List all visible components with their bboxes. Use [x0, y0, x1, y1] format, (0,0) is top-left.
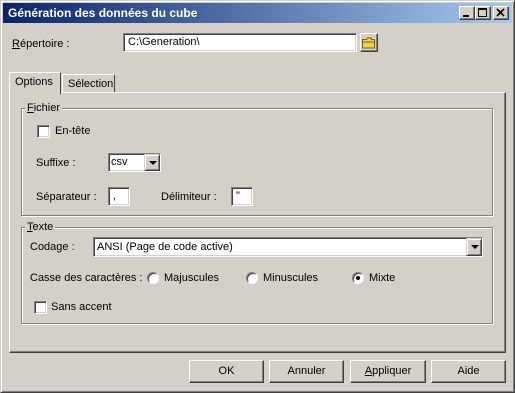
tab-options[interactable]: Options [9, 72, 61, 94]
chevron-down-icon [471, 245, 479, 249]
cancel-button-label: Annuler [287, 365, 326, 377]
delimiter-label: Délimiteur : [161, 191, 217, 203]
window-title: Génération des données du cube [8, 6, 198, 20]
separator-input[interactable]: , [108, 187, 130, 206]
title-bar[interactable]: Génération des données du cube [3, 3, 512, 23]
folder-icon [362, 37, 375, 49]
separator-value: , [113, 190, 117, 202]
close-icon [496, 8, 505, 17]
fichier-title-text: ichier [33, 102, 61, 114]
header-checkbox[interactable] [37, 125, 50, 138]
directory-label-mnemonic: R [12, 38, 20, 50]
suffix-select[interactable]: csv [108, 153, 161, 172]
tab-selection[interactable]: Sélection [62, 74, 115, 92]
encoding-value: ANSI (Page de code active) [97, 241, 233, 253]
ok-button[interactable]: OK [189, 360, 264, 383]
tab-selection-label: Sélection [68, 78, 114, 90]
radio-lowercase-label: Minuscules [263, 272, 319, 284]
no-accent-label: Sans accent [51, 301, 112, 313]
apply-button[interactable]: Appliquer [350, 360, 426, 383]
header-checkbox-label: En-tête [55, 125, 91, 137]
tab-options-label: Options [15, 76, 53, 88]
help-button-label: Aide [457, 365, 480, 377]
suffix-value: csv [111, 156, 128, 168]
cancel-button[interactable]: Annuler [269, 360, 344, 383]
radio-selected-dot [356, 276, 360, 280]
directory-input[interactable]: C:\Generation\ [123, 33, 357, 52]
texte-group-title: Texte [25, 221, 56, 233]
close-button[interactable] [493, 6, 509, 20]
delimiter-input[interactable]: " [231, 187, 253, 206]
radio-lowercase[interactable] [246, 272, 258, 284]
apply-label-text: ppliquer [372, 365, 412, 377]
browse-directory-button[interactable] [360, 33, 378, 52]
minimize-icon [463, 15, 469, 17]
delimiter-value: " [236, 190, 240, 202]
encoding-select[interactable]: ANSI (Page de code active) [93, 237, 483, 257]
case-label: Casse des caractères : [30, 272, 143, 284]
maximize-icon [478, 8, 487, 17]
chevron-down-icon [149, 161, 157, 165]
fichier-title-mnemonic: F [27, 102, 34, 114]
ok-button-label: OK [218, 365, 235, 377]
no-accent-checkbox[interactable] [34, 301, 47, 314]
encoding-label: Codage : [30, 241, 75, 253]
radio-uppercase-label: Majuscules [164, 272, 220, 284]
radio-uppercase[interactable] [147, 272, 159, 284]
tab-panel-options: Fichier En-tête Suffixe : csv Séparateur… [9, 92, 506, 353]
suffix-dropdown-button[interactable] [144, 154, 160, 171]
directory-value: C:\Generation\ [128, 36, 200, 48]
texte-title-text: exte [32, 221, 54, 233]
radio-mixed-label: Mixte [369, 272, 396, 284]
apply-button-label: Appliquer [365, 365, 411, 377]
radio-mixed[interactable] [352, 272, 364, 284]
suffix-label: Suffixe : [36, 157, 76, 169]
minimize-button[interactable] [459, 6, 475, 20]
directory-label: Répertoire : [12, 38, 69, 50]
separator-label: Séparateur : [36, 191, 97, 203]
encoding-dropdown-button[interactable] [466, 238, 482, 256]
help-button[interactable]: Aide [431, 360, 506, 383]
dialog-window: Génération des données du cube Répertoir… [0, 0, 515, 393]
directory-label-text: épertoire : [19, 38, 70, 50]
apply-mnemonic: A [364, 365, 373, 377]
fichier-group-title: Fichier [25, 102, 63, 114]
maximize-button[interactable] [475, 6, 491, 20]
